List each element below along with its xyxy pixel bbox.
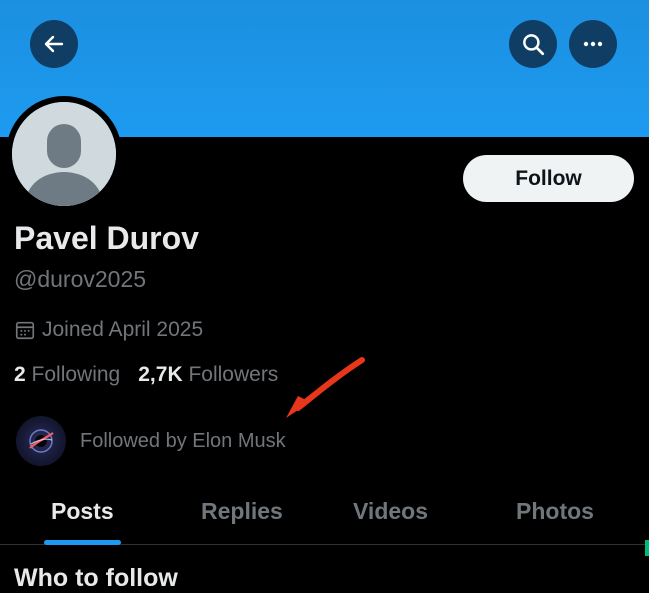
followed-by[interactable]: Followed by Elon Musk: [16, 416, 286, 466]
follow-button[interactable]: Follow: [463, 155, 634, 202]
more-dots-icon: [583, 41, 603, 47]
avatar[interactable]: [6, 96, 122, 212]
black-hole-icon: [29, 429, 54, 453]
followers-label: Followers: [188, 363, 279, 386]
back-button[interactable]: [30, 20, 78, 68]
annotation-arrow-icon: [286, 357, 365, 418]
tab-videos[interactable]: Videos: [353, 498, 428, 525]
tab-replies[interactable]: Replies: [201, 498, 283, 525]
default-avatar-icon: [12, 102, 116, 206]
follower-avatar: [16, 416, 66, 466]
active-tab-indicator: [44, 540, 121, 545]
tab-photos[interactable]: Photos: [516, 498, 594, 525]
search-icon: [523, 34, 545, 56]
follow-stats: 2 Following 2,7K Followers: [14, 363, 278, 387]
following-count: 2: [14, 363, 26, 386]
followed-by-text: Followed by Elon Musk: [80, 429, 286, 452]
joined-date: Joined April 2025: [14, 318, 203, 342]
profile-tabs: Posts Replies Videos Photos: [0, 486, 649, 545]
search-button[interactable]: [509, 20, 557, 68]
user-handle: @durov2025: [14, 266, 147, 292]
joined-label: Joined April 2025: [42, 318, 204, 341]
scroll-indicator: [645, 540, 649, 556]
tab-posts[interactable]: Posts: [51, 498, 114, 525]
arrow-left-icon: [44, 35, 64, 53]
more-button[interactable]: [569, 20, 617, 68]
calendar-icon: [14, 319, 36, 341]
following-link[interactable]: 2 Following: [14, 363, 120, 387]
followers-link[interactable]: 2,7K Followers: [138, 363, 278, 387]
followers-count: 2,7K: [138, 363, 183, 386]
display-name: Pavel Durov: [14, 220, 199, 256]
following-label: Following: [31, 363, 121, 386]
